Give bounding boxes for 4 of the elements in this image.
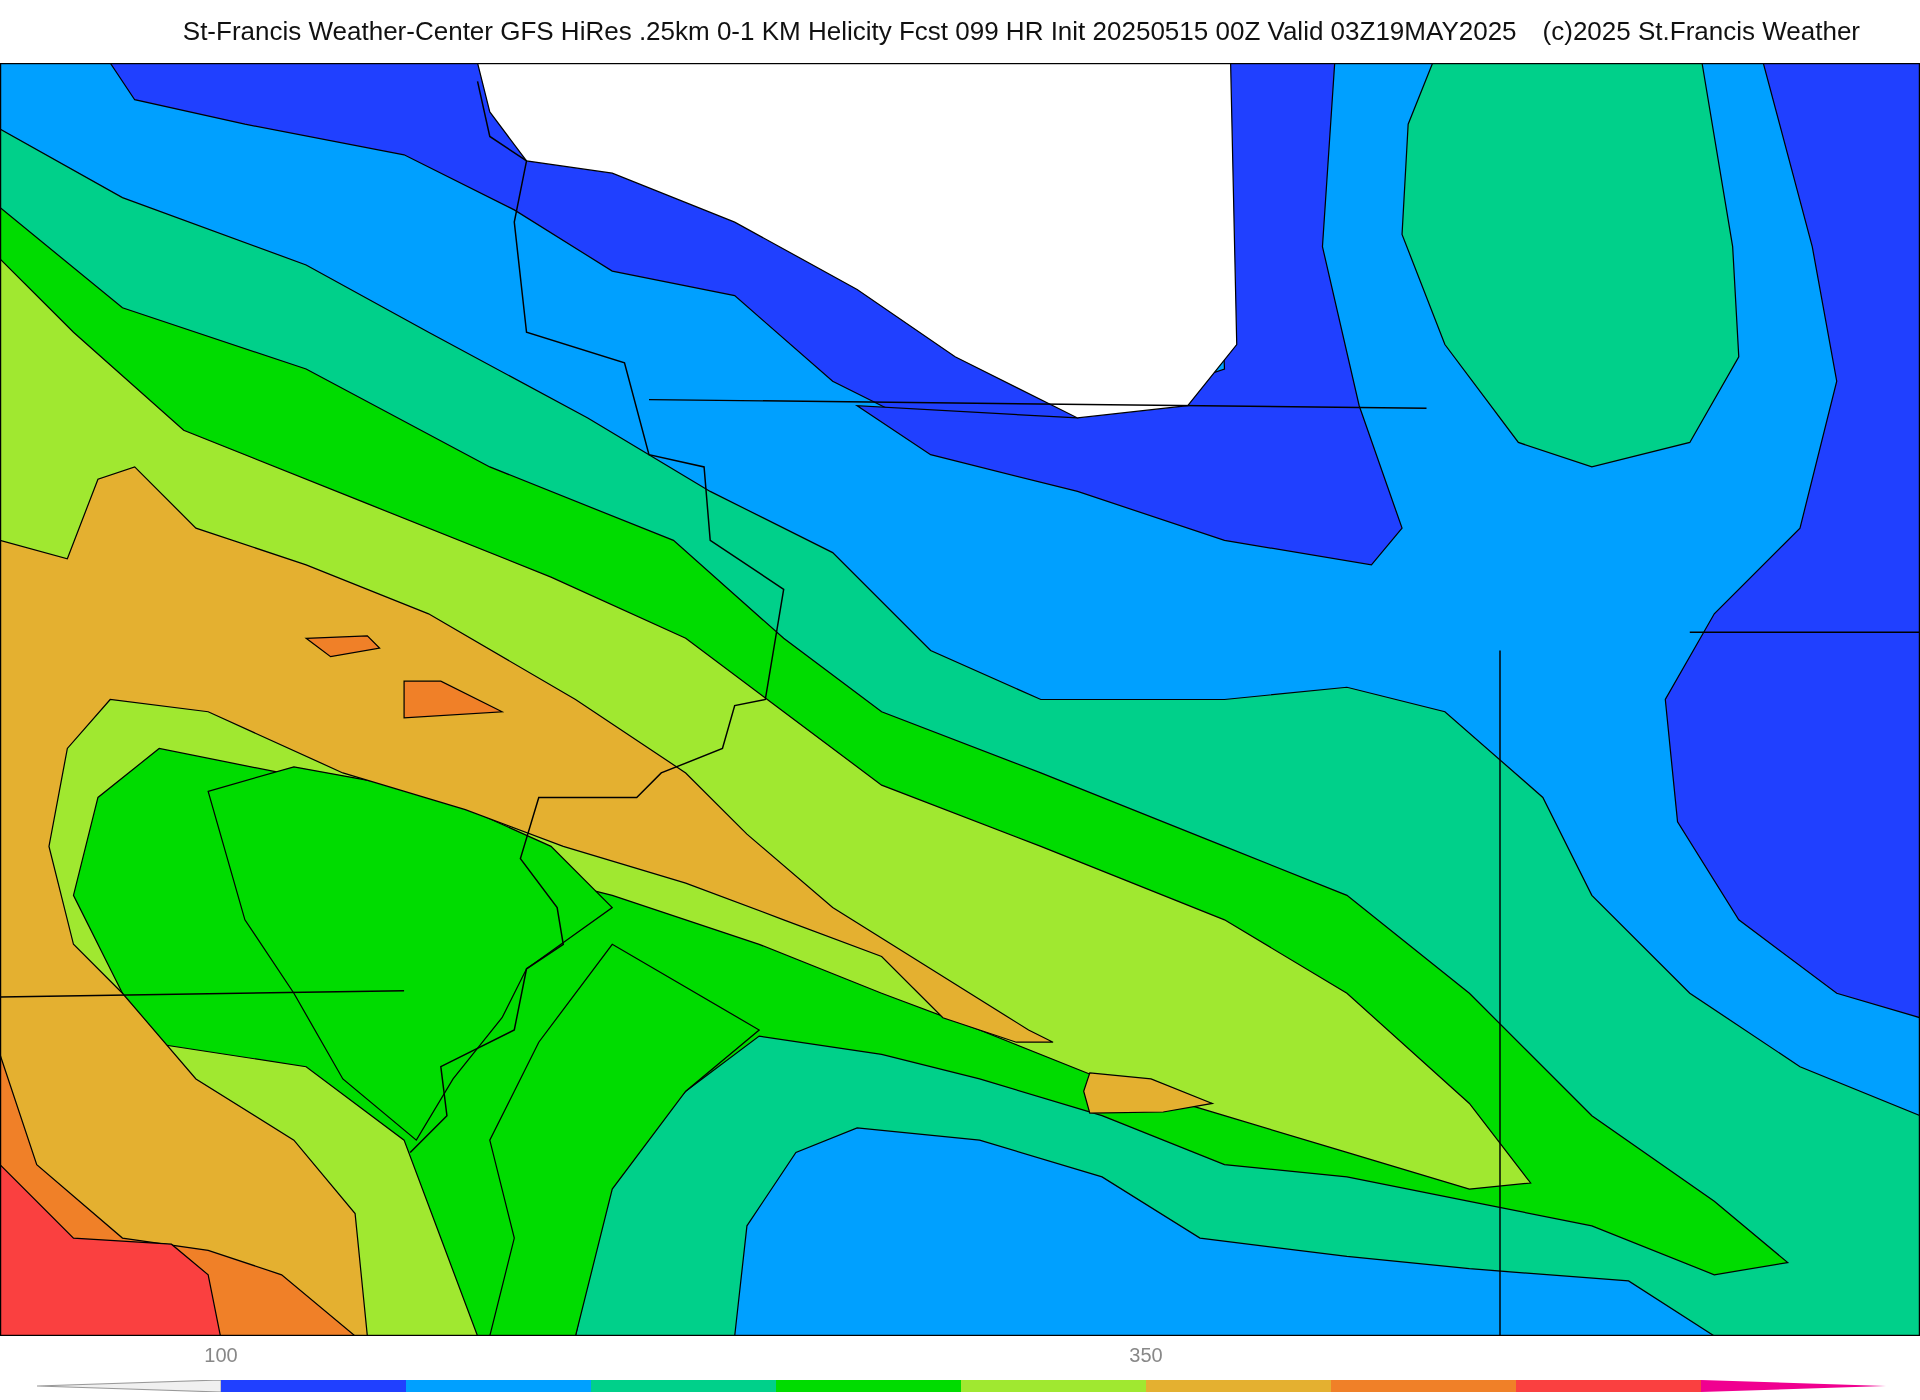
copyright-text: (c)2025 St.Francis Weather	[1542, 16, 1860, 47]
colorbar-label: 100	[204, 1344, 238, 1367]
colorbar-label: 350	[1129, 1344, 1163, 1367]
chart-title: St-Francis Weather-Center GFS HiRes .25km 0-1 KM Helicity Fcst 099 HR Init 20250515 00Z Valid 03Z19MAY2025	[182, 16, 1517, 47]
